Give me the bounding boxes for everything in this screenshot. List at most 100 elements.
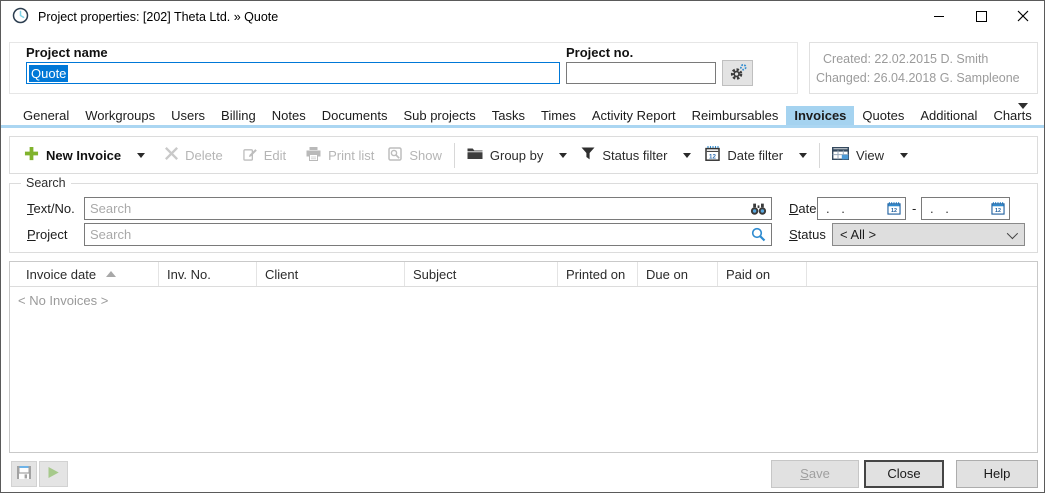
new-invoice-button[interactable]: New Invoice	[24, 146, 145, 164]
show-button[interactable]: Show	[388, 147, 442, 164]
tab-quotes[interactable]: Quotes	[854, 106, 912, 125]
audit-info-panel: Created: 22.02.2015 D. Smith Changed: 26…	[809, 42, 1038, 94]
tab-general[interactable]: General	[15, 106, 77, 125]
tab-tasks[interactable]: Tasks	[484, 106, 533, 125]
maximize-icon	[976, 10, 987, 25]
run-button[interactable]	[39, 461, 68, 487]
search-group: Search Text/No. Project Date . . 12 - . …	[9, 183, 1038, 253]
tab-times[interactable]: Times	[533, 106, 584, 125]
clock-icon	[12, 7, 29, 27]
table-view-icon	[832, 147, 849, 163]
close-button[interactable]	[1002, 1, 1044, 33]
play-icon	[47, 466, 60, 482]
column-header-inv-no[interactable]: Inv. No.	[159, 262, 257, 286]
group-by-button[interactable]: Group by	[467, 147, 567, 163]
date-filter-button[interactable]: 12 Date filter	[705, 146, 807, 164]
chevron-down-icon	[1018, 103, 1028, 124]
project-properties-window: Project properties: [202] Theta Ltd. » Q…	[0, 0, 1045, 493]
tab-sub-projects[interactable]: Sub projects	[395, 106, 483, 125]
dropdown-caret-icon	[559, 153, 567, 158]
minimize-button[interactable]	[918, 1, 960, 33]
save-button[interactable]: Save	[771, 460, 859, 488]
project-no-settings-button[interactable]	[722, 60, 753, 86]
invoice-toolbar: New Invoice Delete Edit Print list Show …	[9, 136, 1038, 174]
column-header-paid-on[interactable]: Paid on	[718, 262, 807, 286]
edit-button[interactable]: Edit	[243, 147, 286, 164]
gear-icon	[728, 62, 748, 85]
text-no-search-input[interactable]	[85, 198, 745, 219]
binoculars-icon[interactable]	[745, 198, 771, 219]
sort-ascending-icon	[106, 271, 116, 277]
project-name-input[interactable]: Quote	[26, 62, 560, 84]
date-from-input[interactable]: . . 12	[817, 197, 906, 220]
tab-overview[interactable]: Overview	[1040, 106, 1045, 125]
status-selected-value: < All >	[840, 227, 876, 242]
tab-users[interactable]: Users	[163, 106, 213, 125]
chevron-down-icon	[1007, 227, 1018, 238]
svg-text:12: 12	[891, 208, 897, 214]
created-info: Created: 22.02.2015 D. Smith	[823, 50, 1037, 69]
pencil-icon	[243, 147, 257, 164]
view-button[interactable]: View	[832, 147, 908, 163]
tab-invoices[interactable]: Invoices	[786, 106, 854, 125]
date-range-separator: -	[912, 201, 916, 216]
tab-documents[interactable]: Documents	[314, 106, 396, 125]
calendar-icon[interactable]: 12	[883, 198, 905, 219]
close-button-footer[interactable]: Close	[864, 460, 944, 488]
toolbar-separator	[454, 143, 455, 168]
project-no-label: Project no.	[566, 45, 633, 60]
tab-underline	[1, 125, 1044, 128]
empty-table-message: < No Invoices >	[10, 287, 1037, 308]
svg-text:12: 12	[709, 153, 716, 160]
close-icon	[1017, 10, 1029, 25]
column-header-filler	[807, 262, 1037, 286]
quick-save-button[interactable]	[11, 461, 37, 487]
tab-billing[interactable]: Billing	[213, 106, 264, 125]
column-header-invoice-date[interactable]: Invoice date	[10, 262, 159, 286]
tab-notes[interactable]: Notes	[264, 106, 314, 125]
tab-charts[interactable]: Charts	[985, 106, 1039, 125]
toolbar-separator	[819, 143, 820, 168]
minimize-icon	[934, 10, 945, 25]
changed-info: Changed: 26.04.2018 G. Sampleone	[816, 69, 1037, 88]
tab-overflow-button[interactable]	[1018, 109, 1028, 124]
project-search-field	[84, 223, 772, 246]
funnel-icon	[581, 147, 595, 163]
preview-icon	[388, 147, 402, 164]
dropdown-caret-icon	[683, 153, 691, 158]
tab-activity-report[interactable]: Activity Report	[584, 106, 684, 125]
status-label: Status	[789, 227, 826, 242]
delete-button[interactable]: Delete	[165, 147, 223, 163]
tab-additional[interactable]: Additional	[912, 106, 985, 125]
floppy-icon	[16, 465, 32, 483]
column-header-printed-on[interactable]: Printed on	[558, 262, 638, 286]
column-header-subject[interactable]: Subject	[405, 262, 558, 286]
tab-workgroups[interactable]: Workgroups	[77, 106, 163, 125]
print-list-button[interactable]: Print list	[306, 147, 374, 164]
date-to-input[interactable]: . . 12	[921, 197, 1010, 220]
project-name-selected-text: Quote	[29, 65, 68, 82]
project-no-input[interactable]	[566, 62, 716, 84]
svg-text:12: 12	[995, 208, 1001, 214]
help-button[interactable]: Help	[956, 460, 1038, 488]
column-header-client[interactable]: Client	[257, 262, 405, 286]
magnifier-icon[interactable]	[745, 224, 771, 245]
dropdown-caret-icon	[900, 153, 908, 158]
text-no-label: Text/No.	[27, 201, 75, 216]
dropdown-caret-icon	[137, 153, 145, 158]
maximize-button[interactable]	[960, 1, 1002, 33]
text-no-search-field	[84, 197, 772, 220]
folder-icon	[467, 147, 483, 163]
tab-reimbursables[interactable]: Reimbursables	[684, 106, 787, 125]
column-header-due-on[interactable]: Due on	[638, 262, 718, 286]
search-group-legend: Search	[21, 176, 71, 190]
invoice-table-header: Invoice date Inv. No. Client Subject Pri…	[10, 262, 1037, 287]
project-label: Project	[27, 227, 67, 242]
status-filter-button[interactable]: Status filter	[581, 147, 691, 163]
date-label: Date	[789, 201, 816, 216]
printer-icon	[306, 147, 321, 164]
calendar-icon[interactable]: 12	[987, 198, 1009, 219]
invoice-table: Invoice date Inv. No. Client Subject Pri…	[9, 261, 1038, 453]
project-search-input[interactable]	[85, 224, 745, 245]
status-select[interactable]: < All >	[832, 223, 1025, 246]
